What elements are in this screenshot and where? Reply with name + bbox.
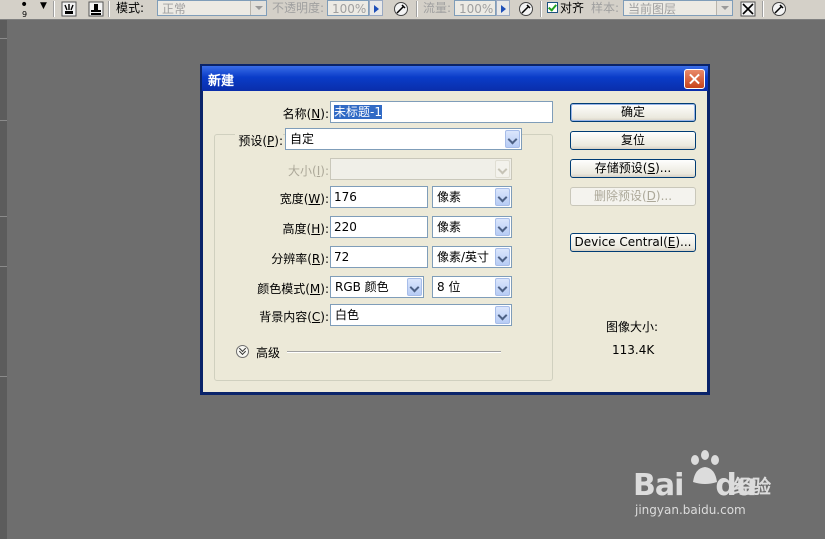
- color-mode-value: RGB 颜色: [335, 280, 389, 294]
- delete-preset-button: 删除预设(D)...: [570, 187, 696, 206]
- dialog-titlebar[interactable]: 新建: [202, 66, 708, 91]
- width-label: 宽度(W):: [279, 192, 329, 206]
- dialog-body: 名称(N): 未标题-1 预设(P): 自定 大小(I): 宽度(W): 176…: [203, 91, 707, 392]
- chevron-down-icon[interactable]: [495, 278, 510, 296]
- chevron-down-icon[interactable]: [495, 188, 510, 206]
- separator: [416, 1, 418, 17]
- separator: [0, 38, 7, 39]
- save-preset-button[interactable]: 存储预设(S)...: [570, 159, 696, 178]
- baidu-paw-icon: [691, 450, 719, 484]
- background-contents-label: 背景内容(C):: [259, 310, 329, 324]
- background-contents-value: 白色: [335, 308, 360, 322]
- chevron-down-icon[interactable]: [407, 278, 422, 296]
- baidu-jingyan-watermark: Bai du 经验 jingyan.baidu.com: [633, 448, 783, 528]
- separator: [0, 216, 7, 217]
- chevron-down-icon[interactable]: [495, 248, 510, 266]
- flow-field[interactable]: 100%: [454, 0, 496, 16]
- opacity-field[interactable]: 100%: [327, 0, 369, 16]
- toggle-brushes-palette-icon[interactable]: [61, 1, 77, 17]
- sample-value: 当前图层: [628, 2, 677, 16]
- opacity-value: 100%: [332, 2, 367, 16]
- preset-value: 自定: [290, 132, 315, 146]
- mode-value: 正常: [162, 2, 187, 16]
- image-size-label: 图像大小:: [606, 320, 659, 334]
- close-button[interactable]: [684, 69, 705, 89]
- separator: [540, 1, 542, 17]
- chevron-down-icon[interactable]: [505, 130, 520, 148]
- advanced-label[interactable]: 高级: [256, 344, 280, 361]
- sample-label: 样本:: [591, 1, 620, 15]
- resolution-unit-select[interactable]: 像素/英寸: [432, 246, 512, 268]
- separator: [108, 1, 110, 17]
- chevron-down-icon: [495, 160, 510, 178]
- separator: [0, 120, 7, 121]
- background-contents-select[interactable]: 白色: [330, 304, 512, 326]
- width-unit-value: 像素: [437, 190, 462, 204]
- pressure-opacity-icon[interactable]: [393, 1, 409, 17]
- pressure-size-icon[interactable]: [771, 1, 787, 17]
- color-mode-label: 颜色模式(M):: [257, 282, 329, 296]
- brush-size-label: 9: [22, 10, 28, 19]
- advanced-divider: [287, 351, 501, 353]
- mode-select[interactable]: 正常: [157, 0, 267, 16]
- flow-slider-arrow-icon[interactable]: [496, 0, 510, 16]
- bit-depth-value: 8 位: [437, 280, 461, 294]
- height-input[interactable]: 220: [330, 216, 428, 238]
- height-unit-value: 像素: [437, 220, 462, 234]
- flow-label: 流量:: [423, 1, 452, 15]
- name-input[interactable]: 未标题-1: [330, 101, 553, 123]
- size-label: 大小(I):: [288, 164, 329, 178]
- image-size-value: 113.4K: [612, 343, 655, 357]
- ignore-adjustment-layers-icon[interactable]: [740, 1, 756, 17]
- resolution-unit-value: 像素/英寸: [437, 250, 490, 264]
- opacity-label: 不透明度:: [272, 1, 325, 15]
- reset-button[interactable]: 复位: [570, 131, 696, 150]
- width-value: 176: [334, 190, 357, 204]
- device-central-button[interactable]: Device Central(E)...: [570, 233, 696, 252]
- resolution-value: 72: [334, 250, 350, 264]
- aligned-label: 对齐: [560, 1, 585, 15]
- width-unit-select[interactable]: 像素: [432, 186, 512, 208]
- sample-select[interactable]: 当前图层: [623, 0, 733, 16]
- separator: [0, 266, 7, 267]
- separator: [0, 376, 7, 377]
- resolution-input[interactable]: 72: [330, 246, 428, 268]
- separator: [762, 1, 764, 17]
- height-value: 220: [334, 220, 357, 234]
- chevron-down-icon[interactable]: [250, 1, 266, 15]
- tool-options-bar: • 9 ▼ 模式: 正常 不透明度: 100% 流量: 100% 对齐 样本: …: [0, 0, 825, 20]
- aligned-checkbox[interactable]: [547, 2, 558, 13]
- dialog-title: 新建: [208, 74, 235, 89]
- separator: [53, 1, 55, 17]
- jingyan-text: 经验: [733, 476, 772, 498]
- height-unit-select[interactable]: 像素: [432, 216, 512, 238]
- color-mode-select[interactable]: RGB 颜色: [330, 276, 424, 298]
- width-input[interactable]: 176: [330, 186, 428, 208]
- watermark-url: jingyan.baidu.com: [635, 503, 746, 517]
- expand-advanced-icon[interactable]: [236, 345, 249, 358]
- preset-label: 预设(P):: [235, 132, 283, 149]
- chevron-down-icon[interactable]: [495, 306, 510, 324]
- resolution-label: 分辨率(R):: [271, 252, 329, 266]
- ok-button[interactable]: 确定: [570, 103, 696, 122]
- clone-stamp-icon[interactable]: [88, 1, 104, 17]
- name-label: 名称(N):: [282, 107, 329, 121]
- bit-depth-select[interactable]: 8 位: [432, 276, 512, 298]
- chevron-down-icon[interactable]: [495, 218, 510, 236]
- left-panel-edge: [0, 20, 7, 539]
- brush-picker-arrow-icon[interactable]: ▼: [40, 0, 47, 16]
- airbrush-icon[interactable]: [518, 1, 534, 17]
- size-select: [330, 158, 512, 180]
- preset-select[interactable]: 自定: [285, 128, 522, 150]
- new-document-dialog: 新建 名称(N): 未标题-1 预设(P): 自定 大小(I): 宽度(W): …: [200, 64, 710, 395]
- chevron-down-icon[interactable]: [716, 1, 732, 15]
- mode-label: 模式:: [116, 1, 145, 15]
- flow-value: 100%: [459, 2, 494, 16]
- height-label: 高度(H):: [282, 222, 329, 236]
- name-value: 未标题-1: [334, 105, 382, 119]
- opacity-slider-arrow-icon[interactable]: [369, 0, 383, 16]
